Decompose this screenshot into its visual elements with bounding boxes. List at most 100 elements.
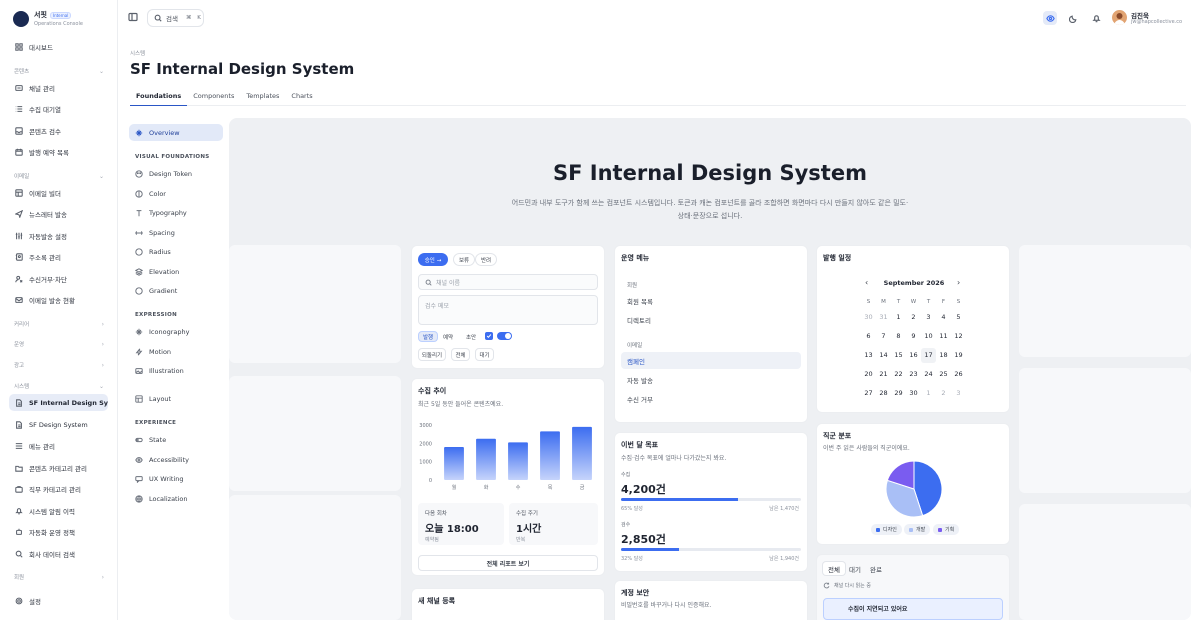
breadcrumb[interactable]: 시스템: [130, 49, 145, 57]
docs-item-color[interactable]: Color: [129, 185, 223, 202]
channel-name-input[interactable]: 채널 이름: [418, 274, 598, 290]
sidebar-item-address-book[interactable]: 주소록 관리: [9, 248, 108, 265]
calendar-day[interactable]: 21: [876, 367, 891, 382]
calendar-day[interactable]: 13: [861, 348, 876, 363]
segment-draft[interactable]: 초안: [462, 331, 480, 342]
calendar-day[interactable]: 11: [936, 329, 951, 344]
sidebar-item-company-search[interactable]: 회사 데이터 검색: [9, 545, 108, 562]
calendar-day[interactable]: 1: [921, 386, 936, 401]
sidebar-item-sf-internal-design-system[interactable]: SF Internal Design System: [9, 394, 108, 411]
menu-item-unsubscribe[interactable]: 수신 거부: [621, 390, 801, 407]
sidebar-group-ops[interactable]: 운영 ›: [14, 340, 104, 349]
sidebar-group-system[interactable]: 시스템 ⌄: [14, 382, 104, 391]
sidebar-item-channels[interactable]: 채널 관리: [9, 79, 108, 96]
calendar-day[interactable]: 1: [891, 310, 906, 325]
docs-item-accessibility[interactable]: Accessibility: [129, 451, 223, 468]
calendar-day[interactable]: 8: [891, 329, 906, 344]
docs-item-design-token[interactable]: Design Token: [129, 165, 223, 182]
docs-item-typography[interactable]: Typography: [129, 204, 223, 221]
sidebar-group-ads[interactable]: 광고 ›: [14, 361, 104, 370]
docs-item-layout[interactable]: Layout: [129, 390, 223, 407]
checkbox[interactable]: [485, 332, 493, 340]
sidebar-group-member[interactable]: 회원 ›: [14, 573, 104, 582]
segment-publish[interactable]: 발행: [418, 331, 439, 342]
sidebar-item-automation-policy[interactable]: 자동화 운영 정책: [9, 523, 108, 540]
sidebar-item-review[interactable]: 콘텐츠 검수: [9, 122, 108, 139]
calendar-day[interactable]: 5: [951, 310, 966, 325]
sidebar-item-sf-design-system[interactable]: SF Design System: [9, 416, 108, 433]
docs-item-overview[interactable]: Overview: [129, 124, 223, 141]
sidebar-toggle-icon[interactable]: [128, 12, 138, 22]
delay-alert[interactable]: 수집이 지연되고 있어요: [823, 598, 1003, 620]
review-memo-textarea[interactable]: 검수 메모: [418, 295, 598, 325]
docs-item-gradient[interactable]: Gradient: [129, 282, 223, 299]
tab-done[interactable]: 완료: [865, 562, 887, 575]
sidebar-group-content[interactable]: 콘텐츠 ⌄: [14, 67, 104, 76]
sidebar-item-settings[interactable]: 설정: [9, 592, 108, 609]
tab-components[interactable]: Components: [187, 88, 240, 106]
brand[interactable]: 서핏 Internal Operations Console: [13, 10, 83, 27]
calendar-day[interactable]: 24: [921, 367, 936, 382]
tab-charts[interactable]: Charts: [285, 88, 318, 106]
calendar-day[interactable]: 23: [906, 367, 921, 382]
calendar-day[interactable]: 7: [876, 329, 891, 344]
docs-item-iconography[interactable]: Iconography: [129, 323, 223, 340]
sidebar-item-alert-history[interactable]: 시스템 알림 이력: [9, 502, 108, 519]
docs-item-illustration[interactable]: Illustration: [129, 362, 223, 379]
menu-item-member-list[interactable]: 회원 목록: [621, 292, 801, 309]
calendar-day[interactable]: 3: [921, 310, 936, 325]
calendar-day[interactable]: 16: [906, 348, 921, 363]
toggle-switch[interactable]: [497, 332, 512, 340]
docs-item-localization[interactable]: Localization: [129, 490, 223, 507]
calendar-day[interactable]: 22: [891, 367, 906, 382]
calendar-day[interactable]: 20: [861, 367, 876, 382]
calendar-day[interactable]: 6: [861, 329, 876, 344]
docs-item-state[interactable]: State: [129, 431, 223, 448]
menu-item-campaign[interactable]: 캠페인: [621, 352, 801, 369]
segment-scheduled[interactable]: 예약: [439, 331, 457, 342]
sidebar-item-menu-manage[interactable]: 메뉴 관리: [9, 437, 108, 454]
reject-button[interactable]: 반려: [475, 253, 498, 266]
calendar-day[interactable]: 19: [951, 348, 966, 363]
sidebar-item-auto-send[interactable]: 자동발송 설정: [9, 227, 108, 244]
calendar-day[interactable]: 3: [951, 386, 966, 401]
sidebar-item-email-builder[interactable]: 이메일 빌더: [9, 184, 108, 201]
calendar-day[interactable]: 15: [891, 348, 906, 363]
calendar-day[interactable]: 18: [936, 348, 951, 363]
sidebar-item-content-category[interactable]: 콘텐츠 카테고리 관리: [9, 459, 108, 476]
calendar-day[interactable]: 27: [861, 386, 876, 401]
calendar-day[interactable]: 12: [951, 329, 966, 344]
sidebar-item-newsletter[interactable]: 뉴스레터 발송: [9, 205, 108, 222]
docs-item-elevation[interactable]: Elevation: [129, 263, 223, 280]
tab-foundations[interactable]: Foundations: [130, 88, 188, 106]
calendar-day[interactable]: 30: [906, 386, 921, 401]
calendar-day[interactable]: 10: [921, 329, 936, 344]
calendar-day[interactable]: 4: [936, 310, 951, 325]
preview-toggle-button[interactable]: [1043, 11, 1057, 25]
tab-all[interactable]: 전체: [823, 562, 845, 575]
approve-button[interactable]: 승인 →: [418, 253, 448, 266]
sidebar-group-career[interactable]: 커리어 ›: [14, 320, 104, 329]
calendar-day[interactable]: 30: [861, 310, 876, 325]
next-month-button[interactable]: ›: [957, 278, 960, 287]
calendar-day[interactable]: 9: [906, 329, 921, 344]
sidebar-item-email-status[interactable]: 이메일 발송 현황: [9, 291, 108, 308]
calendar-day[interactable]: 2: [936, 386, 951, 401]
docs-item-spacing[interactable]: Spacing: [129, 224, 223, 241]
calendar-day[interactable]: 17: [921, 348, 936, 363]
undo-button[interactable]: 되돌리기: [418, 348, 446, 361]
avatar[interactable]: [1112, 10, 1127, 25]
calendar-day[interactable]: 2: [906, 310, 921, 325]
theme-toggle-button[interactable]: [1066, 11, 1080, 25]
docs-item-radius[interactable]: Radius: [129, 243, 223, 260]
sidebar-item-job-category[interactable]: 직무 카테고리 관리: [9, 480, 108, 497]
full-report-button[interactable]: 전체 리포트 보기: [418, 555, 598, 571]
tab-pending[interactable]: 대기: [844, 562, 866, 575]
docs-item-motion[interactable]: Motion: [129, 343, 223, 360]
filter-all-button[interactable]: 전체: [451, 348, 470, 361]
sidebar-item-queue[interactable]: 수집 대기열: [9, 100, 108, 117]
calendar-day[interactable]: 26: [951, 367, 966, 382]
menu-item-auto-send[interactable]: 자동 발송: [621, 371, 801, 388]
filter-pending-button[interactable]: 대기: [475, 348, 494, 361]
sidebar-item-dashboard[interactable]: 대시보드: [9, 38, 108, 55]
